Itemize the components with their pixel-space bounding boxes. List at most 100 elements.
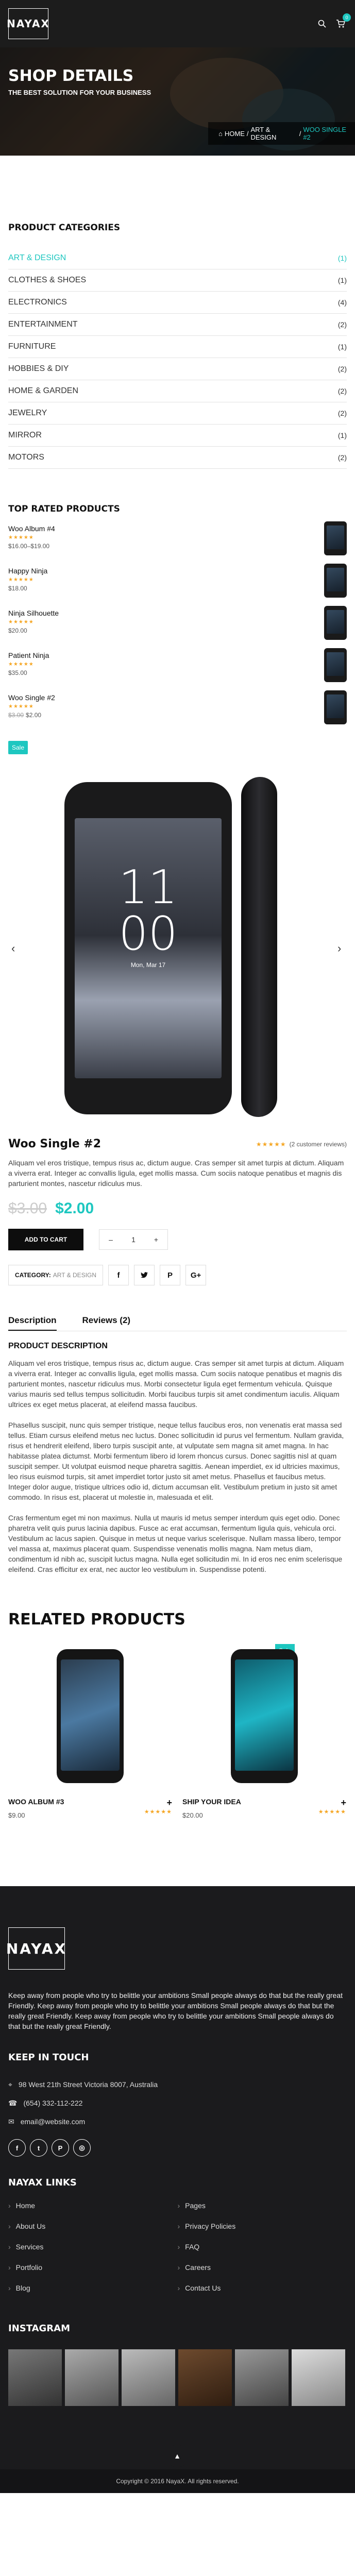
reviews-link[interactable]: (2 customer reviews) <box>290 1141 347 1148</box>
category-label[interactable]: ELECTRONICS <box>8 298 67 307</box>
category-label[interactable]: FURNITURE <box>8 342 56 351</box>
footer-link[interactable]: › About Us <box>8 2222 178 2230</box>
category-label[interactable]: ENTERTAINMENT <box>8 320 78 329</box>
product-price: $16.00–$19.00 <box>8 543 50 550</box>
category-label: CATEGORY: <box>15 1272 51 1279</box>
site-footer: NAYAX Keep away from people who try to b… <box>0 1886 355 2493</box>
phone-time-hours: 11 <box>119 860 178 914</box>
footer-link[interactable]: › Privacy Policies <box>178 2222 347 2230</box>
home-icon[interactable]: ⌂ <box>218 130 223 138</box>
twitter-icon[interactable] <box>134 1265 155 1285</box>
category-item[interactable]: CLOTHES & SHOES (1) <box>8 269 347 292</box>
category-label[interactable]: MIRROR <box>8 431 42 440</box>
footer-link[interactable]: › Services <box>8 2243 178 2251</box>
category-label[interactable]: CLOTHES & SHOES <box>8 276 86 285</box>
category-item[interactable]: ENTERTAINMENT (2) <box>8 314 347 336</box>
category-label[interactable]: MOTORS <box>8 453 44 462</box>
tab-reviews[interactable]: Reviews (2) <box>82 1315 131 1331</box>
instagram-photo[interactable] <box>8 2349 62 2406</box>
top-rated-title: TOP RATED PRODUCTS <box>8 504 120 514</box>
instagram-photo[interactable] <box>65 2349 119 2406</box>
product-thumbnail[interactable] <box>324 648 347 682</box>
category-link[interactable]: ART & DESIGN <box>53 1272 96 1279</box>
category-item[interactable]: JEWELRY (2) <box>8 402 347 425</box>
description-paragraph: Phasellus suscipit, nunc quis semper tri… <box>8 1421 344 1501</box>
product-image[interactable]: 11 00 Mon, Mar 17 <box>64 782 232 1114</box>
product-name-link[interactable]: Woo Album #4 <box>8 524 55 533</box>
pinterest-icon[interactable]: P <box>52 2139 69 2157</box>
qty-input[interactable]: 1 <box>122 1235 145 1244</box>
instagram-photo[interactable] <box>235 2349 289 2406</box>
footer-links-title: NAYAX LINKS <box>8 2177 77 2188</box>
search-icon[interactable] <box>316 18 328 30</box>
product-thumbnail[interactable] <box>324 521 347 555</box>
category-item[interactable]: MOTORS (2) <box>8 447 347 469</box>
footer-link[interactable]: › Contact Us <box>178 2284 347 2292</box>
product-card: Sale SHIP YOUR IDEA + $20.00 ★★★★★ <box>182 1644 346 1819</box>
category-item[interactable]: ELECTRONICS (4) <box>8 292 347 314</box>
product-thumbnail[interactable] <box>324 606 347 640</box>
category-item[interactable]: HOME & GARDEN (2) <box>8 380 347 402</box>
facebook-icon[interactable]: f <box>8 2139 26 2157</box>
twitter-icon[interactable]: t <box>30 2139 47 2157</box>
category-count: (4) <box>337 298 347 307</box>
footer-link[interactable]: › Home <box>8 2201 178 2210</box>
qty-plus-button[interactable]: + <box>145 1235 167 1244</box>
footer-link[interactable]: › FAQ <box>178 2243 347 2251</box>
add-to-cart-icon[interactable]: + <box>341 1798 346 1808</box>
product-name-link[interactable]: Patient Ninja <box>8 651 49 659</box>
category-item[interactable]: MIRROR (1) <box>8 425 347 447</box>
breadcrumb-home[interactable]: HOME <box>225 130 245 138</box>
phone-date: Mon, Mar 17 <box>130 961 166 969</box>
product-name-link[interactable]: Woo Single #2 <box>8 693 55 702</box>
product-name-link[interactable]: Happy Ninja <box>8 567 47 575</box>
product-image[interactable] <box>231 1649 298 1783</box>
list-item: Woo Single #2 ★★★★★ $3.00 $2.00 <box>8 683 347 725</box>
product-tabs: Description Reviews (2) <box>8 1315 347 1331</box>
category-item[interactable]: FURNITURE (1) <box>8 336 347 358</box>
product-summary: Woo Single #2 ★★★★★ (2 customer reviews)… <box>0 1138 355 1574</box>
product-name-link[interactable]: Ninja Silhouette <box>8 609 59 617</box>
category-label[interactable]: HOME & GARDEN <box>8 386 78 396</box>
instagram-photo[interactable] <box>292 2349 345 2406</box>
phone-number[interactable]: (654) 332-112-222 <box>23 2099 82 2107</box>
chevron-left-icon[interactable]: ‹ <box>11 942 15 955</box>
category-label[interactable]: ART & DESIGN <box>8 253 66 263</box>
product-name-link[interactable]: SHIP YOUR IDEA <box>182 1798 241 1808</box>
product-categories-widget: PRODUCT CATEGORIES ART & DESIGN (1) CLOTH… <box>0 223 355 469</box>
footer-link[interactable]: › Blog <box>8 2284 178 2292</box>
product-thumbnail[interactable] <box>324 690 347 724</box>
instagram-icon[interactable]: ◎ <box>73 2139 91 2157</box>
chevron-right-icon[interactable]: › <box>337 942 341 955</box>
qty-minus-button[interactable]: – <box>99 1235 122 1244</box>
category-label[interactable]: HOBBIES & DIY <box>8 364 69 374</box>
back-to-top-icon[interactable]: ▲ <box>166 2445 189 2467</box>
instagram-photo[interactable] <box>122 2349 175 2406</box>
category-count: (1) <box>337 343 347 351</box>
category-label[interactable]: JEWELRY <box>8 409 47 418</box>
footer-link[interactable]: › Pages <box>178 2201 347 2210</box>
breadcrumb-category[interactable]: ART & DESIGN <box>250 126 297 141</box>
email-link[interactable]: email@website.com <box>21 2117 85 2126</box>
footer-link[interactable]: › Careers <box>178 2263 347 2272</box>
star-rating: ★★★★★ <box>8 535 34 540</box>
product-image[interactable] <box>57 1649 124 1783</box>
product-price: $20.00 <box>182 1811 203 1819</box>
footer-logo[interactable]: NAYAX <box>6 1927 65 1970</box>
tab-description[interactable]: Description <box>8 1315 57 1331</box>
pinterest-icon[interactable]: P <box>160 1265 181 1285</box>
add-to-cart-icon[interactable]: + <box>166 1798 172 1808</box>
google-plus-icon[interactable]: G+ <box>185 1265 207 1285</box>
product-thumbnail[interactable] <box>324 564 347 598</box>
product-title: Woo Single #2 <box>8 1138 102 1150</box>
add-to-cart-button[interactable]: ADD TO CART <box>8 1229 83 1250</box>
product-name-link[interactable]: WOO ALBUM #3 <box>8 1798 64 1808</box>
category-item[interactable]: HOBBIES & DIY (2) <box>8 358 347 380</box>
category-item[interactable]: ART & DESIGN (1) <box>8 247 347 269</box>
product-rating: ★★★★★ (2 customer reviews) <box>256 1141 347 1148</box>
footer-link[interactable]: › Portfolio <box>8 2263 178 2272</box>
instagram-photo[interactable] <box>178 2349 232 2406</box>
logo[interactable]: NAYAX <box>7 8 49 39</box>
facebook-icon[interactable]: f <box>108 1265 129 1285</box>
star-rating: ★★★★★ <box>144 1809 172 1815</box>
